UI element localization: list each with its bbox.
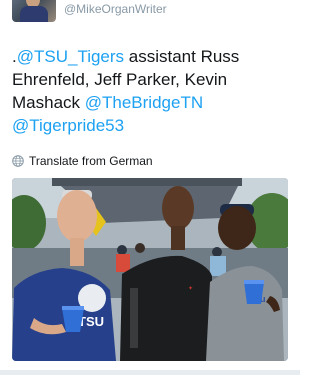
tweet-divider (0, 370, 300, 375)
tweet-text: .@TSU_Tigers assistant Russ Ehrenfeld, J… (12, 45, 294, 137)
globe-icon (12, 155, 24, 167)
avatar[interactable] (12, 0, 56, 22)
translate-link[interactable]: Translate from German (12, 153, 153, 169)
tweet-header: @MikeOrganWriter (0, 0, 300, 26)
mention-thebridgetn[interactable]: @TheBridgeTN (85, 93, 203, 112)
user-handle[interactable]: @MikeOrganWriter (64, 2, 167, 16)
avatar-shirt (20, 6, 48, 22)
photo-illustration: TSU ✦ tsu (12, 178, 288, 361)
mention-tigerpride53[interactable]: @Tigerpride53 (12, 116, 124, 135)
translate-label: Translate from German (29, 154, 153, 168)
tweet-photo[interactable]: TSU ✦ tsu (12, 178, 288, 361)
polo-logo: ✦ (188, 285, 193, 292)
mention-tsu-tigers[interactable]: @TSU_Tigers (17, 47, 124, 66)
